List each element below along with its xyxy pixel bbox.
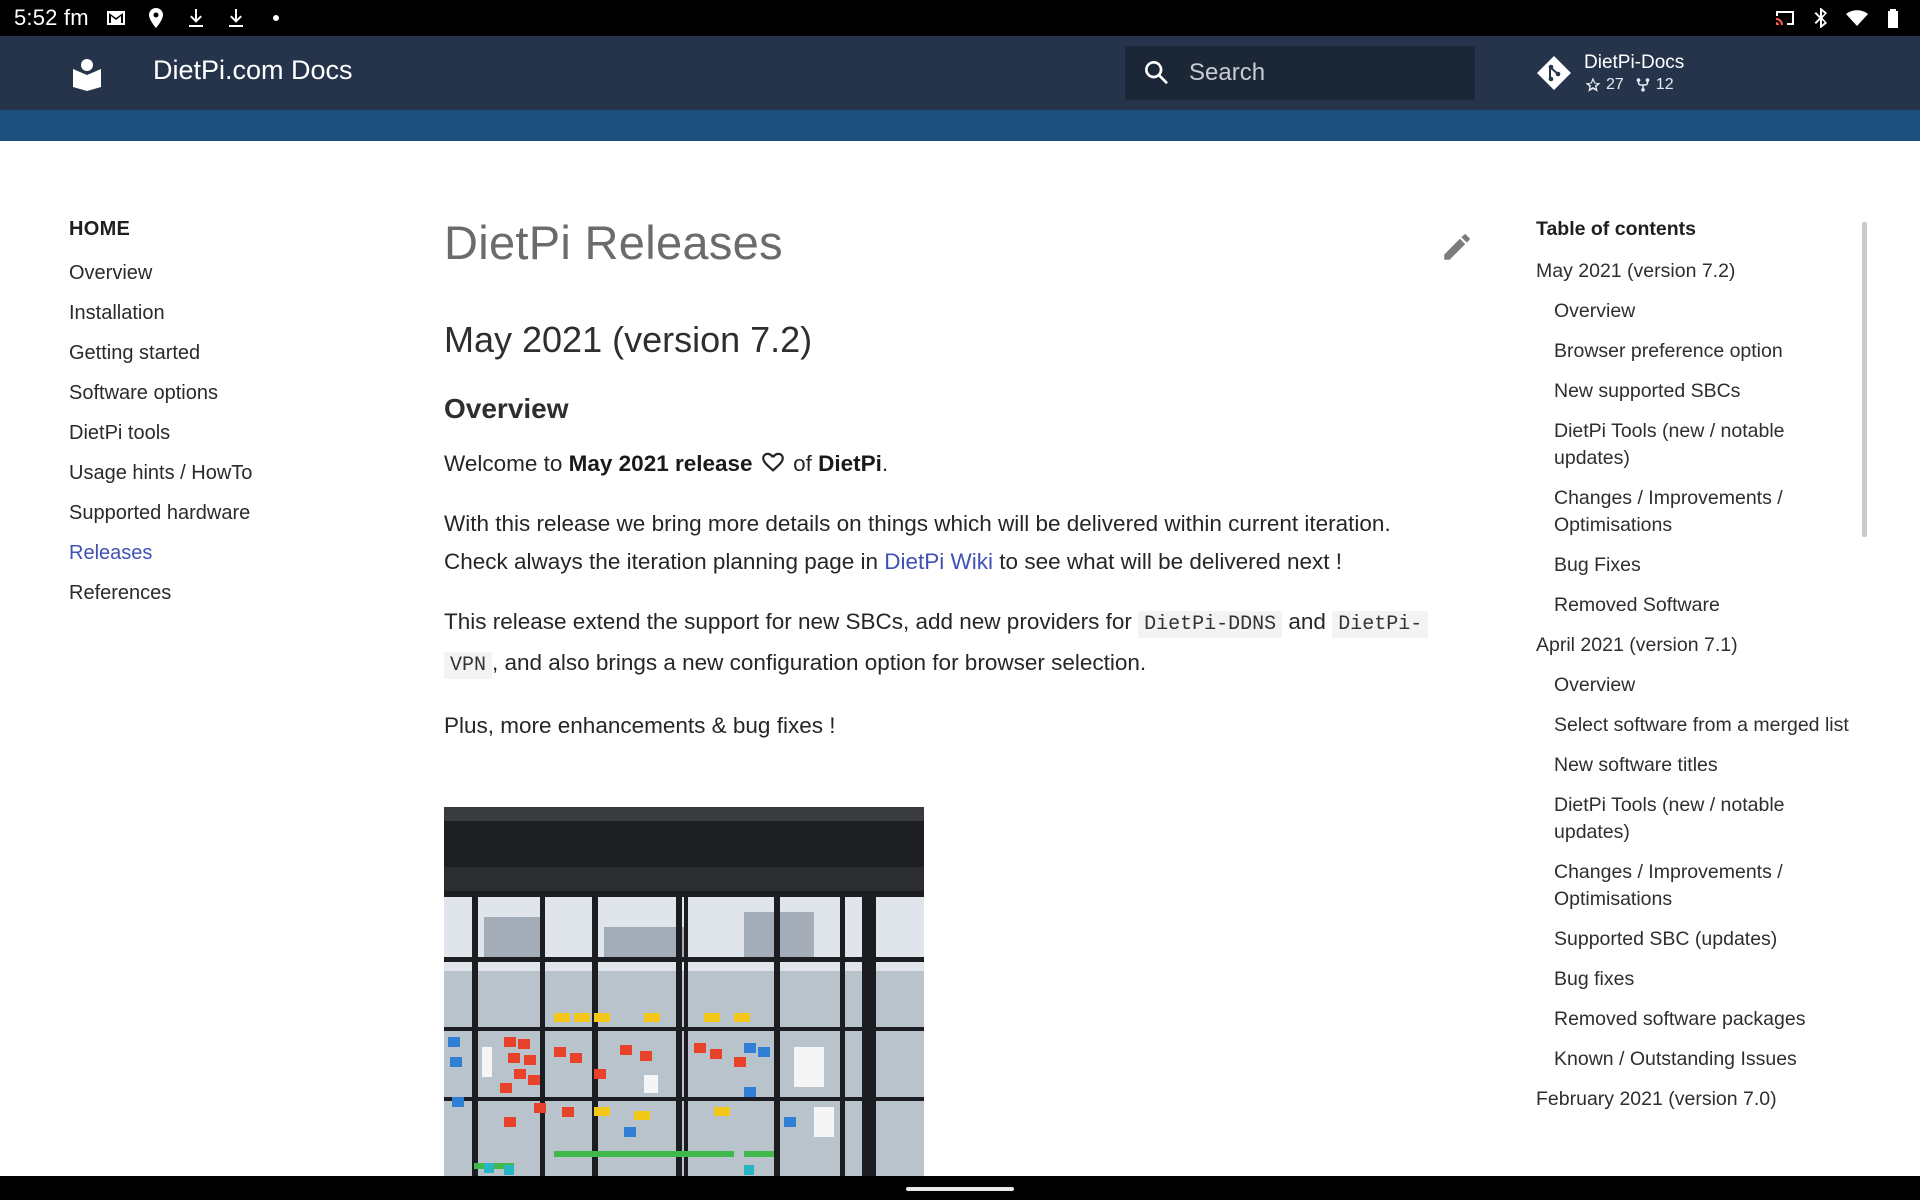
support-middle: and (1282, 609, 1333, 634)
nav-home-label[interactable]: HOME (69, 218, 389, 248)
toc-item-overview-71[interactable]: Overview (1536, 672, 1856, 699)
search-input[interactable] (1189, 59, 1449, 87)
location-icon (143, 5, 169, 31)
primary-nav: HOME Overview Installation Getting start… (69, 218, 389, 618)
gmail-icon (103, 5, 129, 31)
site-title[interactable]: DietPi.com Docs (153, 55, 353, 86)
toc-item-browser-preference[interactable]: Browser preference option (1536, 338, 1856, 365)
details-post-link: to see what will be delivered next ! (993, 549, 1342, 574)
toc-title: Table of contents (1536, 218, 1696, 240)
subsection-heading: Overview (444, 393, 569, 424)
home-gesture-handle[interactable] (906, 1187, 1014, 1191)
section-heading: May 2021 (version 7.2) (444, 319, 813, 360)
toc-item-removed-packages[interactable]: Removed software packages (1536, 1006, 1856, 1033)
welcome-paragraph: Welcome to May 2021 release of DietPi. (444, 445, 1474, 483)
battery-icon (1880, 5, 1906, 31)
toc-item-dietpi-tools[interactable]: DietPi Tools (new / notable updates) (1536, 418, 1856, 472)
support-suffix: , and also brings a new configuration op… (492, 650, 1147, 675)
toc-item-dietpi-tools-71[interactable]: DietPi Tools (new / notable updates) (1536, 792, 1856, 846)
repo-stars-count: 27 (1606, 76, 1624, 93)
code-dietpi-ddns: DietPi-DDNS (1138, 611, 1283, 638)
heart-icon (759, 449, 787, 475)
repo-forks: 12 (1634, 76, 1674, 94)
nav-item-references[interactable]: References (69, 578, 389, 618)
toc-item-new-sbcs[interactable]: New supported SBCs (1536, 378, 1856, 405)
main-content: DietPi Releases May 2021 (version 7.2) O… (444, 215, 1474, 745)
support-prefix: This release extend the support for new … (444, 609, 1139, 634)
bluetooth-icon (1808, 5, 1834, 31)
welcome-prefix: Welcome to (444, 451, 569, 476)
tabs-bar (0, 110, 1920, 141)
toc-item-supported-sbc[interactable]: Supported SBC (updates) (1536, 926, 1856, 953)
details-paragraph: With this release we bring more details … (444, 505, 1474, 581)
toc-item-changes-71[interactable]: Changes / Improvements / Optimisations (1536, 859, 1856, 913)
code-dietpi-vpn-part1: DietPi- (1332, 611, 1429, 638)
search-box[interactable] (1125, 46, 1475, 100)
release-photo (444, 807, 924, 1176)
toc-item-may-2021[interactable]: May 2021 (version 7.2) (1536, 258, 1856, 285)
wifi-icon (1844, 5, 1870, 31)
toc-item-known-issues[interactable]: Known / Outstanding Issues (1536, 1046, 1856, 1073)
site-logo-icon[interactable] (70, 57, 104, 91)
code-dietpi-vpn-part2: VPN (444, 652, 493, 679)
dietpi-wiki-link[interactable]: DietPi Wiki (884, 549, 993, 574)
toc-item-february-2021[interactable]: February 2021 (version 7.0) (1536, 1086, 1856, 1113)
cast-icon (1772, 5, 1798, 31)
repo-link[interactable]: DietPi-Docs 27 12 (1536, 46, 1684, 100)
repo-stars: 27 (1584, 76, 1624, 94)
fork-icon (1636, 78, 1650, 92)
status-time: 5:52 fm (14, 5, 89, 30)
site-header: DietPi.com Docs DietPi-Docs 27 12 (0, 36, 1920, 110)
toc-item-april-2021[interactable]: April 2021 (version 7.1) (1536, 632, 1856, 659)
status-bar: 5:52 fm (0, 0, 1920, 36)
support-paragraph: This release extend the support for new … (444, 603, 1474, 685)
toc-item-overview[interactable]: Overview (1536, 298, 1856, 325)
toc-item-merged-list[interactable]: Select software from a merged list (1536, 712, 1856, 739)
toc-item-new-software-titles[interactable]: New software titles (1536, 752, 1856, 779)
toc-scrollbar[interactable] (1862, 222, 1867, 537)
nav-item-software-options[interactable]: Software options (69, 378, 389, 418)
nav-item-dietpi-tools[interactable]: DietPi tools (69, 418, 389, 458)
download-icon (223, 5, 249, 31)
repo-name: DietPi-Docs (1584, 52, 1685, 73)
toc-item-bug-fixes-71[interactable]: Bug fixes (1536, 966, 1856, 993)
search-icon (1145, 61, 1168, 85)
product-name: DietPi (818, 451, 882, 476)
nav-item-releases[interactable]: Releases (69, 538, 389, 578)
nav-item-overview[interactable]: Overview (69, 258, 389, 298)
toc-item-changes[interactable]: Changes / Improvements / Optimisations (1536, 485, 1856, 539)
toc-item-removed-software[interactable]: Removed Software (1536, 592, 1856, 619)
details-line: With this release we bring more details … (444, 511, 1391, 536)
enhancements-paragraph: Plus, more enhancements & bug fixes ! (444, 713, 836, 738)
release-name: May 2021 release (568, 451, 753, 476)
welcome-suffix: . (881, 451, 889, 476)
nav-item-installation[interactable]: Installation (69, 298, 389, 338)
table-of-contents: Table of contents May 2021 (version 7.2)… (1536, 218, 1856, 1126)
download-icon (183, 5, 209, 31)
page-title: DietPi Releases (444, 216, 783, 269)
welcome-middle: of (786, 451, 819, 476)
repo-forks-count: 12 (1655, 76, 1674, 93)
details-pre-link: Check always the iteration planning page… (444, 549, 885, 574)
nav-item-getting-started[interactable]: Getting started (69, 338, 389, 378)
nav-item-usage-hints[interactable]: Usage hints / HowTo (69, 458, 389, 498)
git-icon (1537, 56, 1571, 90)
toc-item-bug-fixes[interactable]: Bug Fixes (1536, 552, 1856, 579)
dot-icon (263, 5, 289, 31)
nav-item-supported-hardware[interactable]: Supported hardware (69, 498, 389, 538)
star-icon (1585, 77, 1601, 92)
